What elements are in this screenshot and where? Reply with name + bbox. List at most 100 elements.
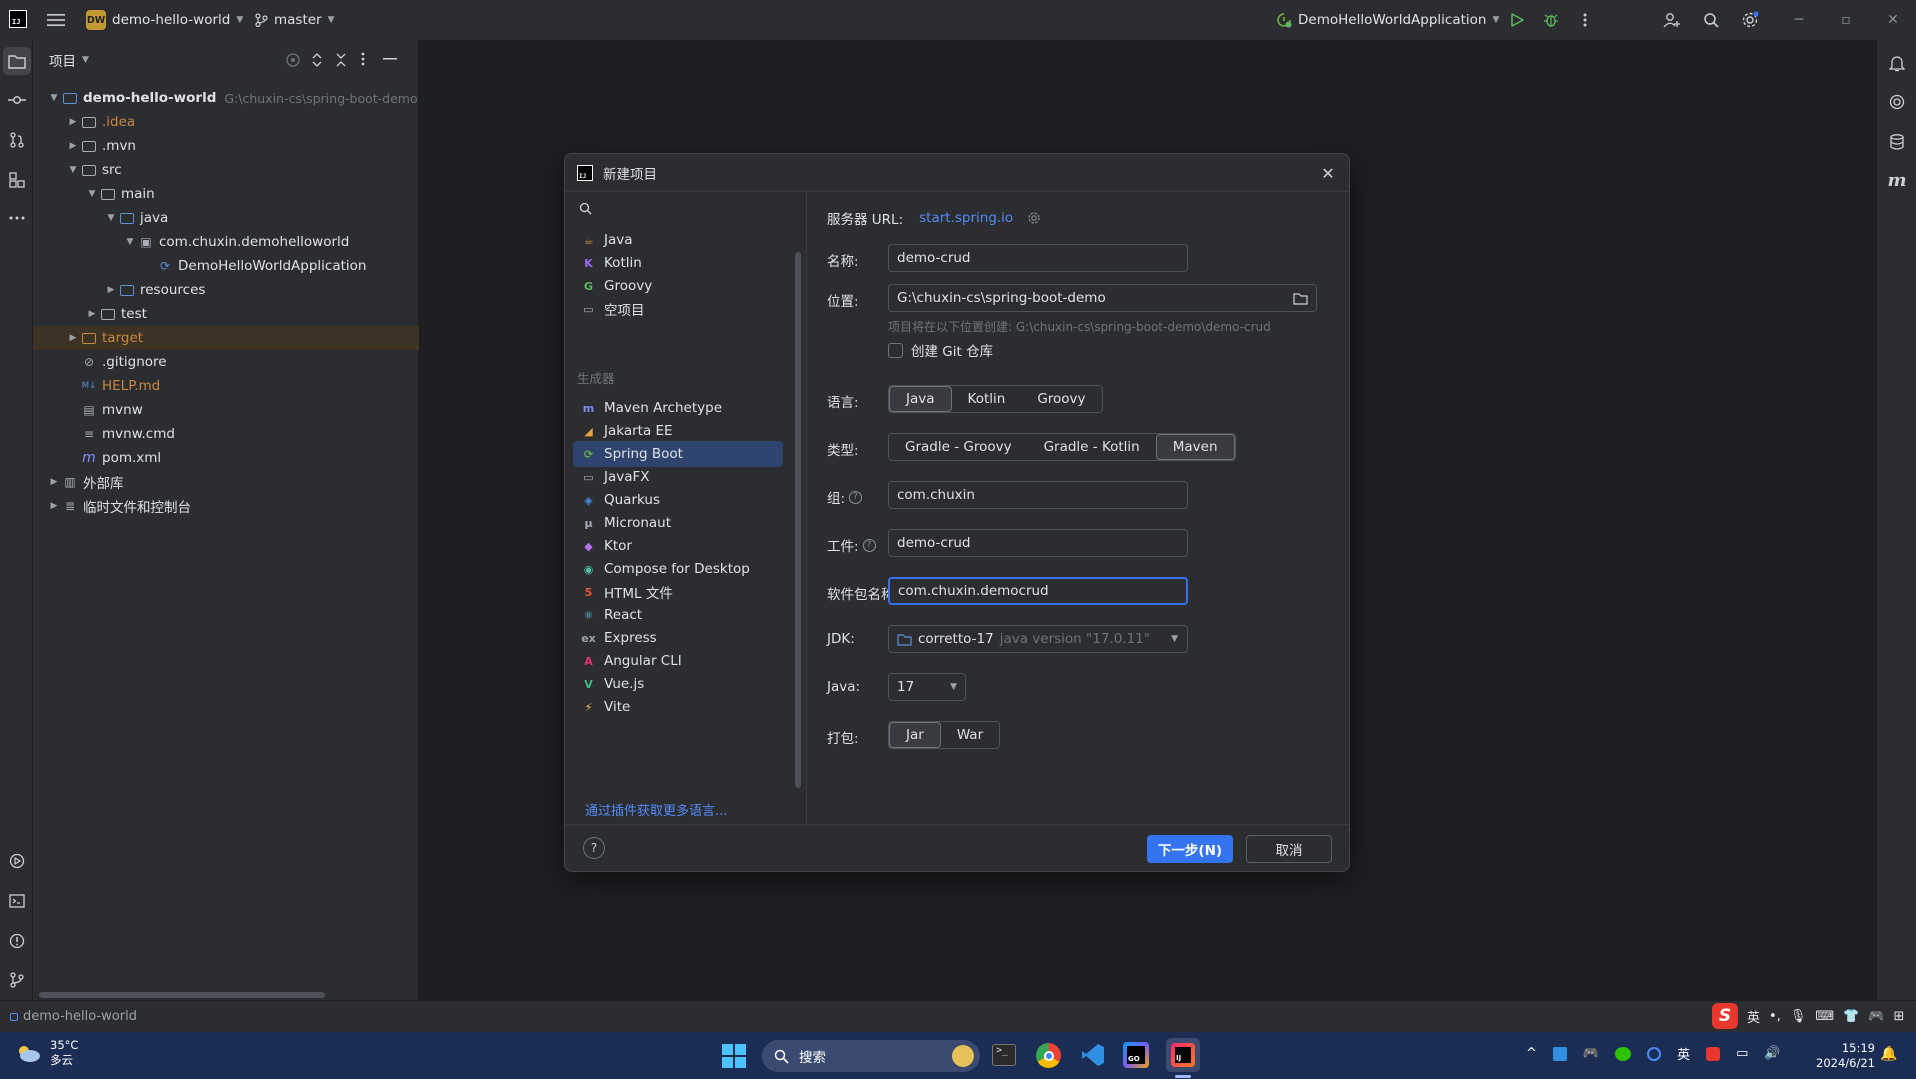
chevron-down-icon[interactable]: ▼ — [85, 189, 99, 199]
sogou-tray-icon[interactable] — [1706, 1046, 1721, 1061]
group-field[interactable]: com.chuxin — [888, 481, 1188, 509]
add-user-icon[interactable] — [1655, 4, 1689, 36]
problems-icon[interactable] — [3, 927, 31, 955]
start-button[interactable] — [722, 1044, 746, 1068]
generator-item-vite[interactable]: ⚡ Vite — [573, 694, 783, 720]
tree-item[interactable]: ▼ java — [33, 206, 419, 230]
plugin-languages-link[interactable]: 通过插件获取更多语言... — [585, 800, 727, 819]
search-icon[interactable] — [1694, 4, 1728, 36]
goland-app-icon[interactable]: GO — [1123, 1042, 1149, 1068]
run-config-selector[interactable]: DemoHelloWorldApplication ▼ — [1270, 6, 1505, 34]
chevron-right-icon[interactable]: ▶ — [85, 309, 99, 319]
branch-selector[interactable]: master ▼ — [248, 6, 341, 34]
debug-button[interactable] — [1534, 4, 1568, 36]
list-scrollbar[interactable] — [795, 252, 801, 788]
locate-file-icon[interactable] — [285, 52, 301, 68]
tree-item[interactable]: ▶ .mvn — [33, 134, 419, 158]
game-controller-icon[interactable]: 🎮 — [1583, 1046, 1599, 1061]
sogou-ime-toolbar[interactable]: S 英 •, 🎙 ⌨ 👕 🎮 ⊞ — [1712, 1003, 1904, 1029]
tree-item[interactable]: ▼ src — [33, 158, 419, 182]
tree-item[interactable]: m pom.xml — [33, 446, 419, 470]
chevron-up-icon[interactable]: ^ — [1526, 1046, 1537, 1061]
tree-item[interactable]: ▼ main — [33, 182, 419, 206]
tree-item[interactable]: ≡ mvnw.cmd — [33, 422, 419, 446]
tree-item[interactable]: ▶ ≣ 临时文件和控制台 — [33, 494, 419, 518]
tree-item[interactable]: ▤ mvnw — [33, 398, 419, 422]
chrome-app-icon[interactable] — [1036, 1043, 1061, 1068]
create-git-checkbox[interactable]: 创建 Git 仓库 — [888, 340, 993, 360]
maven-tool-icon[interactable]: m — [1883, 166, 1911, 194]
java-version-dropdown[interactable]: 17 ▼ — [888, 673, 966, 701]
chevron-right-icon[interactable]: ▶ — [66, 333, 80, 343]
help-button[interactable]: ? — [583, 837, 605, 859]
ai-assistant-icon[interactable] — [1883, 88, 1911, 116]
copilot-icon[interactable] — [1647, 1046, 1662, 1061]
main-menu-icon[interactable] — [39, 4, 73, 36]
jdk-dropdown[interactable]: corretto-17 java version "17.0.11" ▼ — [888, 625, 1188, 653]
more-actions-icon[interactable] — [1568, 4, 1602, 36]
network-icon[interactable]: ▭ — [1736, 1046, 1748, 1061]
location-field[interactable]: G:\chuxin-cs\spring-boot-demo — [888, 284, 1317, 312]
language-option-groovy[interactable]: Groovy — [1021, 386, 1101, 412]
git-icon[interactable] — [3, 966, 31, 994]
notification-bell-icon[interactable]: 🔔 — [1880, 1046, 1897, 1062]
pull-requests-icon[interactable] — [3, 126, 31, 154]
chevron-down-icon[interactable]: ▼ — [123, 237, 137, 247]
help-icon[interactable]: ? — [862, 538, 876, 552]
database-icon[interactable] — [1883, 128, 1911, 156]
tree-item[interactable]: ▶ ▥ 外部库 — [33, 470, 419, 494]
run-button[interactable] — [1500, 4, 1534, 36]
settings-gear-icon[interactable] — [1733, 4, 1767, 36]
tray-ime-label[interactable]: 英 — [1677, 1044, 1690, 1063]
tree-item[interactable]: ▶ resources — [33, 278, 419, 302]
terminal-icon[interactable] — [3, 887, 31, 915]
language-option-kotlin[interactable]: Kotlin — [952, 386, 1022, 412]
chevron-down-icon[interactable]: ▼ — [66, 165, 80, 175]
generator-search-input[interactable] — [571, 194, 799, 222]
weather-widget[interactable]: 35°C 多云 — [14, 1038, 78, 1068]
tree-item[interactable]: ▼ ▣ com.chuxin.demohelloworld — [33, 230, 419, 254]
help-icon[interactable]: ? — [849, 490, 863, 504]
chevron-right-icon[interactable]: ▶ — [66, 117, 80, 127]
services-icon[interactable] — [3, 847, 31, 875]
close-window-button[interactable]: ✕ — [1870, 0, 1916, 40]
app-logo-icon[interactable]: IJ — [9, 10, 27, 28]
cancel-button[interactable]: 取消 — [1246, 835, 1332, 863]
browse-folder-icon[interactable] — [1293, 292, 1308, 305]
build-type-option-gradle-kotlin[interactable]: Gradle - Kotlin — [1028, 434, 1156, 460]
packaging-option-war[interactable]: War — [941, 722, 999, 748]
generator-item-[interactable]: ▭ 空项目 — [573, 296, 783, 322]
language-option-java[interactable]: Java — [889, 386, 952, 412]
chevron-right-icon[interactable]: ▶ — [66, 141, 80, 151]
wechat-icon[interactable] — [1615, 1046, 1632, 1061]
vscode-app-icon[interactable] — [1080, 1042, 1106, 1068]
tree-item[interactable]: ▶ .idea — [33, 110, 419, 134]
tree-item[interactable]: ▼ demo-hello-world G:\chuxin-cs\spring-boo… — [33, 86, 419, 110]
project-folder-icon[interactable] — [3, 47, 31, 75]
terminal-app-icon[interactable]: >_ — [992, 1044, 1016, 1066]
collapse-all-icon[interactable] — [335, 52, 347, 68]
status-breadcrumb[interactable]: demo-hello-world — [23, 1009, 137, 1024]
tree-item[interactable]: ⊘ .gitignore — [33, 350, 419, 374]
chevron-right-icon[interactable]: ▶ — [47, 477, 61, 487]
chevron-right-icon[interactable]: ▶ — [104, 285, 118, 295]
taskbar-search[interactable]: 搜索 — [762, 1040, 980, 1072]
chevron-down-icon[interactable]: ▼ — [104, 213, 118, 223]
commit-icon[interactable] — [3, 86, 31, 114]
clock[interactable]: 15:19 2024/6/21 — [1816, 1041, 1875, 1071]
tray-app-icon[interactable] — [1552, 1046, 1567, 1061]
options-icon[interactable] — [361, 52, 365, 66]
project-view-selector[interactable]: 项目 ▼ — [49, 50, 89, 70]
volume-icon[interactable]: 🔊 — [1764, 1046, 1780, 1061]
notifications-bell-icon[interactable] — [1883, 49, 1911, 77]
build-type-option-maven[interactable]: Maven — [1155, 434, 1235, 460]
close-icon[interactable]: ✕ — [1315, 160, 1341, 186]
gear-icon[interactable] — [1027, 211, 1041, 225]
tree-item[interactable]: ▶ target — [33, 326, 419, 350]
expand-all-icon[interactable] — [311, 52, 323, 68]
next-button[interactable]: 下一步(N) — [1147, 835, 1233, 863]
tree-item[interactable]: ⟳ DemoHelloWorldApplication — [33, 254, 419, 278]
server-url-link[interactable]: start.spring.io — [919, 210, 1013, 226]
tree-item[interactable]: M↓ HELP.md — [33, 374, 419, 398]
minimize-button[interactable]: ─ — [1776, 0, 1822, 40]
